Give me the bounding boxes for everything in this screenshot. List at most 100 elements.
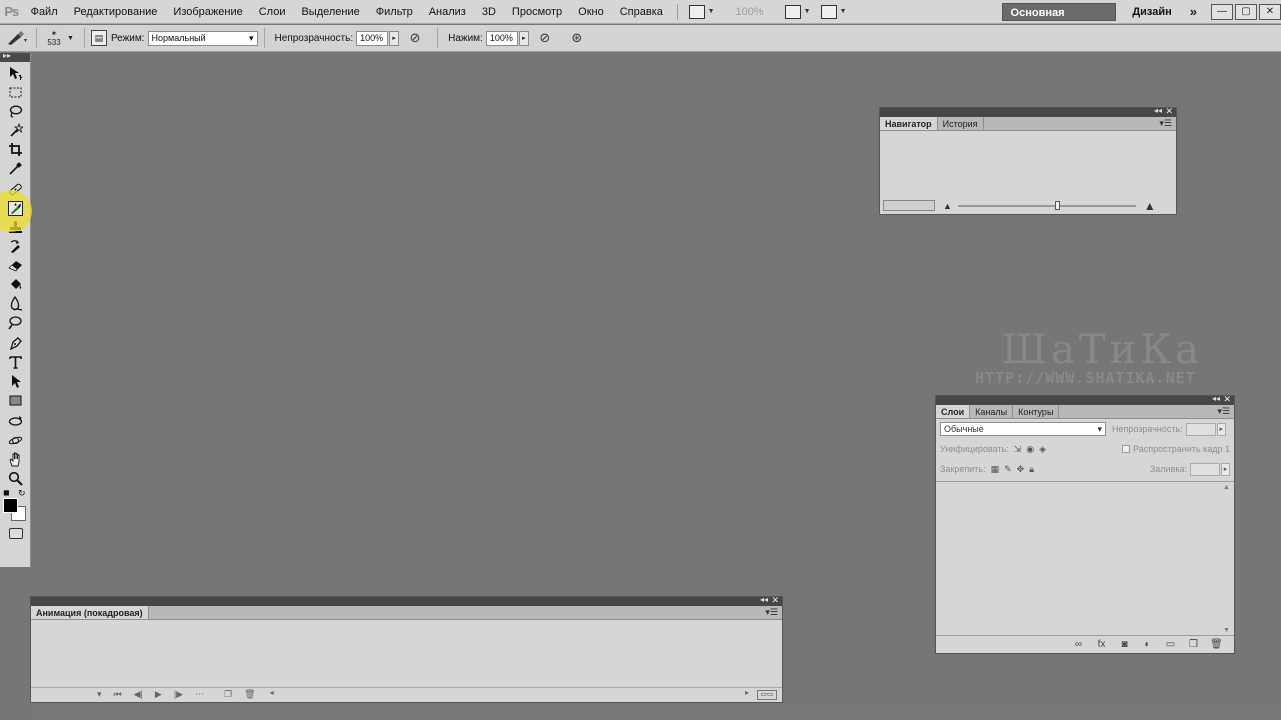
scroll-down-icon[interactable]: ▼ bbox=[1223, 627, 1230, 634]
convert-to-timeline-icon[interactable]: ▭▭ bbox=[757, 689, 777, 700]
quick-mask-button[interactable] bbox=[0, 524, 31, 542]
animation-scrollbar[interactable]: ◂ ▸ bbox=[270, 688, 749, 700]
unify-position-icon[interactable]: ⇲ bbox=[1014, 444, 1022, 455]
panel-header[interactable]: ◂◂ ✕ bbox=[936, 394, 1234, 405]
screen-mode-button[interactable]: ▼ bbox=[686, 3, 718, 21]
airbrush-icon[interactable]: ⊘ bbox=[537, 30, 553, 46]
close-icon[interactable]: ✕ bbox=[771, 595, 779, 606]
chevron-down-icon[interactable]: ▼ bbox=[67, 35, 74, 42]
lasso-tool[interactable] bbox=[0, 102, 31, 121]
fill-input[interactable] bbox=[1190, 462, 1220, 476]
workspace-essentials-button[interactable]: Основная рабочая среда bbox=[1001, 2, 1117, 37]
tool-preset-picker[interactable] bbox=[6, 28, 30, 48]
unify-visibility-icon[interactable]: ◉ bbox=[1026, 444, 1034, 455]
lock-pixels-icon[interactable]: ✎ bbox=[1004, 464, 1012, 475]
3d-orbit-tool[interactable] bbox=[0, 431, 31, 450]
zoom-in-icon[interactable]: ▲ bbox=[1144, 199, 1156, 213]
collapse-icon[interactable]: ◂◂ bbox=[1154, 106, 1162, 115]
fill-slider-button[interactable]: ▸ bbox=[1221, 462, 1230, 476]
flow-slider-button[interactable]: ▸ bbox=[518, 30, 529, 46]
close-button[interactable]: ✕ bbox=[1259, 3, 1281, 20]
opacity-input[interactable]: 100% bbox=[356, 30, 389, 46]
3d-rotate-tool[interactable] bbox=[0, 412, 31, 431]
menu-edit[interactable]: Редактирование bbox=[66, 0, 166, 24]
link-layers-icon[interactable]: ∞ bbox=[1067, 639, 1090, 650]
loop-options-icon[interactable]: ▾ bbox=[97, 689, 102, 700]
new-group-icon[interactable]: ▭ bbox=[1159, 639, 1182, 650]
delete-layer-icon[interactable]: 🗑︎ bbox=[1205, 639, 1228, 650]
panel-menu-icon[interactable]: ▾☰ bbox=[765, 607, 778, 618]
collapse-icon[interactable]: ◂◂ bbox=[760, 595, 768, 604]
panel-header[interactable]: ◂◂ ✕ bbox=[31, 595, 782, 606]
workspace-design-button[interactable]: Дизайн bbox=[1132, 6, 1171, 18]
duplicate-frame-icon[interactable]: ❐ bbox=[224, 689, 232, 700]
tab-animation[interactable]: Анимация (покадровая) bbox=[31, 606, 149, 619]
add-mask-icon[interactable]: ◙ bbox=[1113, 639, 1136, 650]
layer-blend-mode-select[interactable]: Обычные bbox=[940, 422, 1106, 436]
swap-colors-icon[interactable]: ↻ bbox=[18, 488, 26, 499]
tab-layers[interactable]: Слои bbox=[936, 405, 971, 418]
layers-scrollbar[interactable]: ▲ ▼ bbox=[1222, 484, 1232, 634]
arrange-documents-button[interactable]: ▼ bbox=[782, 3, 814, 21]
type-tool[interactable] bbox=[0, 353, 31, 372]
scroll-up-icon[interactable]: ▲ bbox=[1223, 484, 1230, 491]
collapse-icon[interactable]: ◂◂ bbox=[1212, 394, 1220, 403]
tab-navigator[interactable]: Навигатор bbox=[880, 117, 938, 130]
pen-tool[interactable] bbox=[0, 334, 31, 353]
menu-file[interactable]: Файл bbox=[23, 0, 66, 24]
propagate-frame-checkbox[interactable] bbox=[1122, 445, 1131, 453]
menu-layers[interactable]: Слои bbox=[251, 0, 294, 24]
move-tool[interactable] bbox=[0, 64, 31, 83]
layer-opacity-slider-button[interactable]: ▸ bbox=[1216, 422, 1226, 436]
brush-panel-toggle-icon[interactable]: ▤ bbox=[90, 30, 107, 46]
flow-input[interactable]: 100% bbox=[485, 30, 518, 46]
tablet-opacity-icon[interactable]: ⊘ bbox=[407, 30, 423, 46]
zoom-slider-handle[interactable] bbox=[1054, 200, 1060, 210]
panel-header[interactable]: ◂◂ ✕ bbox=[880, 106, 1176, 117]
new-layer-icon[interactable]: ❐ bbox=[1182, 639, 1205, 650]
brush-preset-picker[interactable]: ✶ 533 bbox=[43, 29, 65, 47]
crop-tool[interactable] bbox=[0, 140, 31, 159]
lock-all-icon[interactable]: 🔒︎ bbox=[1029, 464, 1034, 475]
expand-icon[interactable]: ▸▸ bbox=[3, 51, 11, 60]
blend-mode-select[interactable]: Нормальный bbox=[147, 30, 258, 46]
blur-tool[interactable] bbox=[0, 294, 31, 313]
menu-help[interactable]: Справка bbox=[612, 0, 671, 24]
dodge-tool[interactable] bbox=[0, 313, 31, 332]
brush-tool[interactable] bbox=[0, 190, 32, 232]
menu-window[interactable]: Окно bbox=[570, 0, 612, 24]
next-frame-icon[interactable]: |▶ bbox=[174, 689, 183, 700]
menu-filter[interactable]: Фильтр bbox=[368, 0, 421, 24]
close-icon[interactable]: ✕ bbox=[1165, 106, 1173, 117]
layer-opacity-input[interactable] bbox=[1185, 422, 1216, 436]
opacity-slider-button[interactable]: ▸ bbox=[389, 30, 400, 46]
screen-view-button[interactable]: ▼ bbox=[818, 3, 850, 21]
adjustment-layer-icon[interactable]: ◐ bbox=[1136, 639, 1159, 650]
menu-3d[interactable]: 3D bbox=[474, 0, 504, 24]
shape-tool[interactable] bbox=[0, 391, 31, 410]
marquee-tool[interactable] bbox=[0, 83, 31, 102]
close-icon[interactable]: ✕ bbox=[1223, 394, 1231, 405]
tab-history[interactable]: История bbox=[938, 117, 984, 130]
default-colors-icon[interactable]: ◼ bbox=[3, 488, 10, 497]
zoom-out-icon[interactable]: ▲ bbox=[943, 201, 952, 211]
menu-image[interactable]: Изображение bbox=[165, 0, 250, 24]
play-icon[interactable]: ▶ bbox=[155, 689, 162, 700]
navigator-zoom-slider[interactable] bbox=[957, 200, 1136, 210]
menu-view[interactable]: Просмотр bbox=[504, 0, 570, 24]
lock-transparency-icon[interactable]: ▦ bbox=[991, 464, 1000, 475]
layers-list[interactable]: ▲ ▼ bbox=[936, 481, 1234, 636]
eraser-tool[interactable] bbox=[0, 256, 31, 275]
restore-button[interactable]: ▢ bbox=[1235, 3, 1257, 20]
minimize-button[interactable]: — bbox=[1211, 3, 1233, 20]
tab-paths[interactable]: Контуры bbox=[1013, 405, 1060, 418]
tools-panel-header[interactable]: ▸▸ bbox=[0, 51, 30, 62]
unify-style-icon[interactable]: ◈ bbox=[1039, 444, 1046, 455]
scroll-left-icon[interactable]: ◂ bbox=[270, 688, 274, 697]
panel-menu-icon[interactable]: ▾☰ bbox=[1159, 118, 1172, 129]
menu-analysis[interactable]: Анализ bbox=[421, 0, 474, 24]
menu-select[interactable]: Выделение bbox=[293, 0, 367, 24]
workspace-more-button[interactable]: » bbox=[1190, 4, 1197, 19]
delete-frame-icon[interactable]: 🗑︎ bbox=[244, 689, 255, 700]
tablet-size-icon[interactable]: ⊛ bbox=[569, 30, 585, 46]
